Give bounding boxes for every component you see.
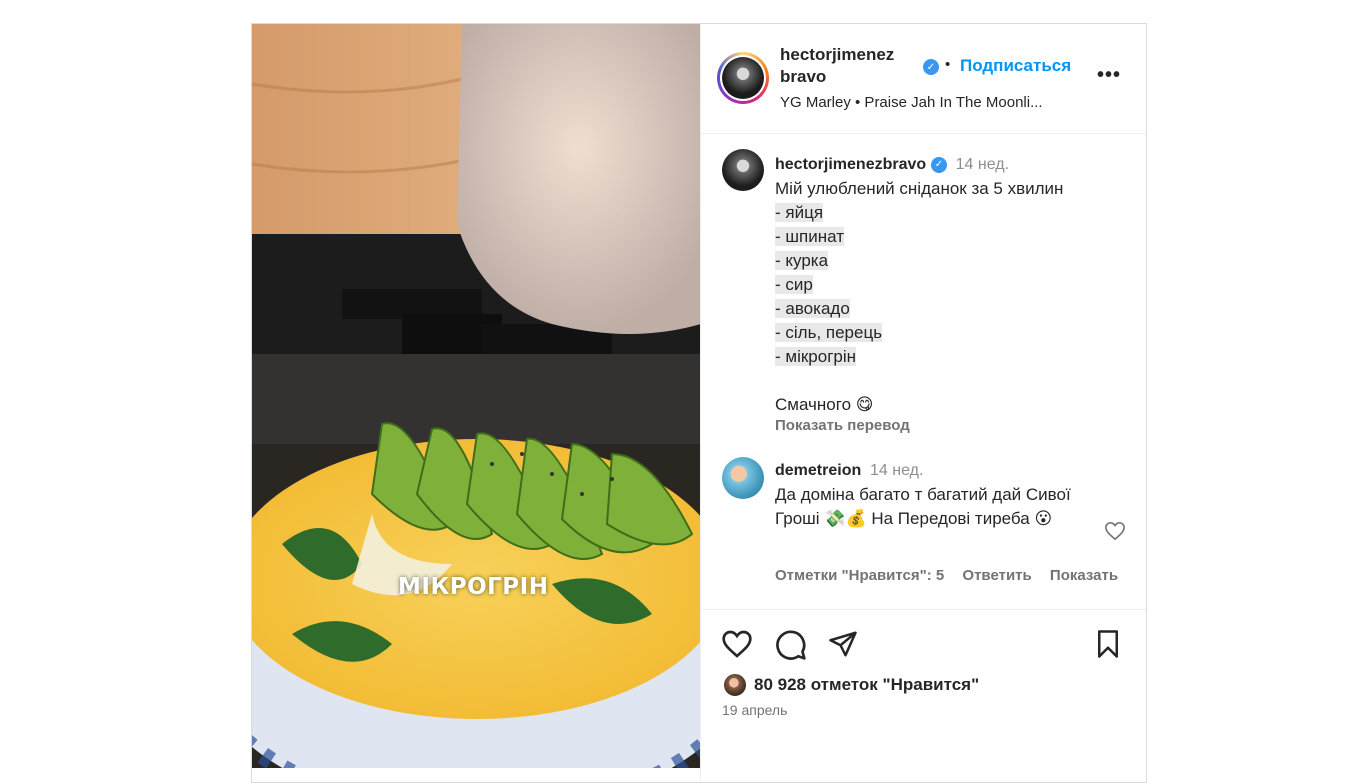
comments-section[interactable]: hectorjimenezbravo ✓ 14 нед. Мій улюблен… bbox=[701, 134, 1146, 610]
caption-list-item: - сіль, перець bbox=[775, 323, 883, 342]
caption-list-item: - мікрогрін bbox=[775, 347, 857, 366]
username-line-1: hectorjimenez bbox=[780, 45, 895, 64]
caption-list-item: - курка bbox=[775, 251, 829, 270]
media-overlay-text: МІКРОГРІН bbox=[398, 574, 549, 600]
username-line-2: bravo bbox=[780, 67, 827, 86]
post-media[interactable]: МІКРОГРІН bbox=[252, 24, 700, 768]
comment-heart-icon[interactable] bbox=[1104, 521, 1126, 541]
likes-row[interactable]: 80 928 отметок "Нравится" bbox=[722, 672, 979, 698]
comment-likes-count[interactable]: Отметки "Нравится": 5 bbox=[775, 567, 944, 584]
show-translation-link[interactable]: Показать перевод bbox=[775, 417, 1135, 435]
caption-avatar[interactable] bbox=[722, 149, 764, 191]
more-options-icon[interactable]: ••• bbox=[1097, 64, 1121, 87]
avatar-inner bbox=[720, 55, 766, 101]
caption-list-item: - шпинат bbox=[775, 227, 844, 246]
reply-button[interactable]: Ответить bbox=[962, 567, 1031, 584]
post-side-panel: hectorjimenez bravo ✓ • Подписаться ••• … bbox=[700, 24, 1146, 782]
show-translation-button[interactable]: Показать bbox=[1050, 567, 1118, 584]
comment-username[interactable]: demetreion bbox=[775, 462, 861, 479]
comment-time[interactable]: 14 нед. bbox=[870, 462, 923, 479]
music-track[interactable]: YG Marley • Praise Jah In The Moonli... bbox=[780, 94, 1043, 111]
send-icon[interactable] bbox=[827, 629, 859, 659]
comment-icon[interactable] bbox=[775, 629, 807, 661]
caption-closing: Смачного 😋 bbox=[775, 395, 874, 414]
caption-list-item: - авокадо bbox=[775, 299, 850, 318]
caption: hectorjimenezbravo ✓ 14 нед. Мій улюблен… bbox=[775, 152, 1135, 435]
author-avatar[interactable] bbox=[717, 52, 769, 104]
author-username[interactable]: hectorjimenez bravo bbox=[780, 44, 920, 88]
likes-count[interactable]: 80 928 отметок "Нравится" bbox=[754, 675, 979, 695]
bookmark-icon[interactable] bbox=[1094, 629, 1122, 659]
verified-badge-icon: ✓ bbox=[923, 59, 939, 75]
caption-first-line: Мій улюблений сніданок за 5 хвилин bbox=[775, 179, 1064, 198]
caption-username[interactable]: hectorjimenezbravo bbox=[775, 156, 926, 173]
heart-icon[interactable] bbox=[721, 629, 753, 659]
avatar-image bbox=[722, 57, 764, 99]
post-header: hectorjimenez bravo ✓ • Подписаться ••• … bbox=[701, 24, 1146, 134]
verified-badge-icon: ✓ bbox=[930, 156, 947, 173]
comment-text: Да доміна багато т багатий дай Сивої Гро… bbox=[775, 485, 1071, 528]
post-container: МІКРОГРІН hectorjimenez bravo ✓ • Подпис… bbox=[251, 23, 1147, 783]
caption-list-item: - сир bbox=[775, 275, 813, 294]
separator-dot: • bbox=[945, 56, 951, 73]
liker-avatar bbox=[722, 672, 748, 698]
follow-button[interactable]: Подписаться bbox=[960, 56, 1071, 76]
post-date[interactable]: 19 апрель bbox=[722, 702, 787, 718]
caption-list-item: - яйця bbox=[775, 203, 824, 222]
comment-item: demetreion 14 нед. Да доміна багато т ба… bbox=[775, 458, 1095, 531]
commenter-avatar[interactable] bbox=[722, 457, 764, 499]
action-bar bbox=[701, 624, 1148, 664]
media-image bbox=[252, 24, 700, 768]
comment-meta: Отметки "Нравится": 5 Ответить Показать bbox=[775, 567, 1132, 584]
caption-time[interactable]: 14 нед. bbox=[956, 156, 1009, 173]
